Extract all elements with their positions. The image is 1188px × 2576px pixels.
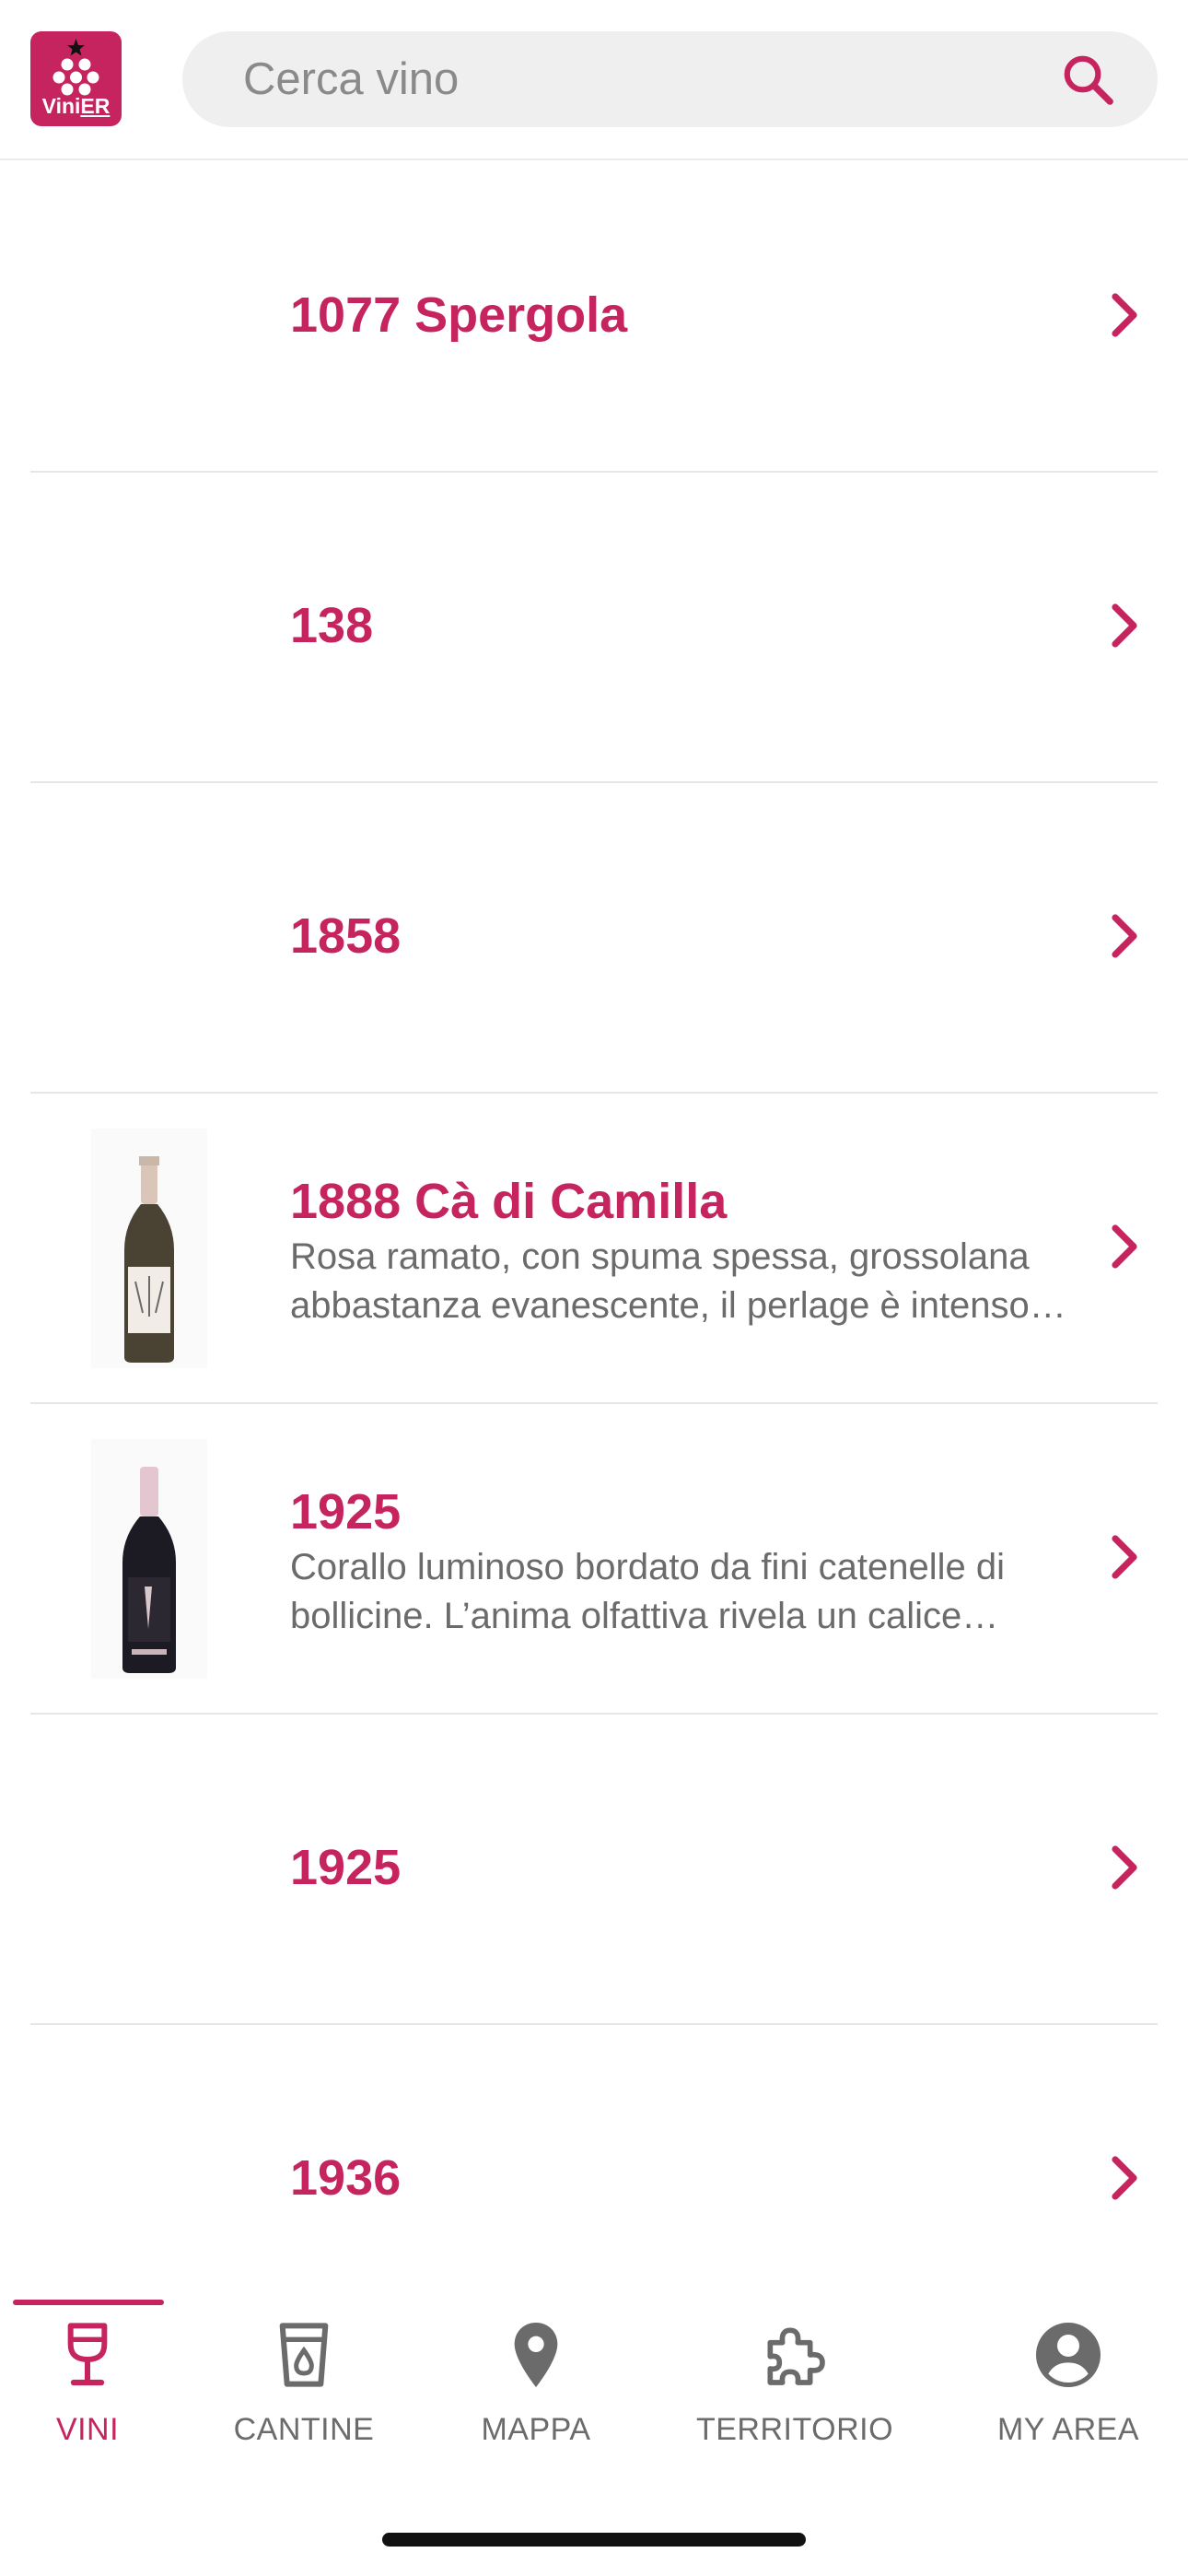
wine-text: 1936 [290,2149,1078,2207]
app-logo[interactable]: ViniER [30,31,122,126]
wine-name: 1936 [290,2150,402,2206]
wine-name: 138 [290,598,374,653]
chevron-right-icon [1112,293,1137,337]
account-icon [1036,2323,1101,2387]
chevron-right-icon [1112,1845,1137,1890]
wine-text: 138 [290,596,1078,655]
puzzle-icon [767,2327,825,2385]
chevron-right-icon [1112,603,1137,648]
wine-description: Rosa ramato, con spuma spessa, grossolan… [290,1236,1066,1326]
tab-territorio[interactable]: TERRITORIO [684,2318,905,2475]
map-pin-icon [514,2323,558,2387]
wine-bottle-image [91,1129,207,1368]
wine-name: 1858 [290,908,402,964]
logo-text-er: ER [80,94,111,118]
home-indicator [382,2533,806,2547]
tab-vini[interactable]: VINI [0,2318,198,2475]
wine-name: 1888 Cà di Camilla [290,1174,728,1229]
wine-bottle-image [91,1439,207,1679]
wine-text: 1925 Corallo luminoso bordato da fini ca… [290,1482,1078,1641]
tab-label: MAPPA [481,2412,591,2447]
wine-row[interactable]: 1925 Corallo luminoso bordato da fini ca… [30,1404,1158,1715]
wine-text: 1925 [290,1838,1078,1897]
wine-row[interactable]: 138 [30,473,1158,783]
active-tab-indicator [13,2300,164,2305]
wine-name: 1925 [290,1840,402,1895]
top-bar: ViniER [0,0,1188,160]
search-input[interactable] [243,31,1035,127]
chevron-right-icon [1112,2156,1137,2200]
tab-label: CANTINE [233,2412,375,2447]
chevron-right-icon [1112,1224,1137,1269]
wine-text: 1858 [290,907,1078,966]
wine-text: 1888 Cà di Camilla Rosa ramato, con spum… [290,1172,1078,1330]
chevron-right-icon [1112,914,1137,958]
app-screen: ViniER 1077 Spergola 138 1858 [0,0,1188,2576]
wine-row[interactable]: 1936 [30,2025,1158,2290]
wine-row[interactable]: 1858 [30,783,1158,1094]
barrel-icon [279,2323,329,2387]
wine-text: 1077 Spergola [290,286,1078,345]
wine-name: 1077 Spergola [290,287,628,343]
wine-row[interactable]: 1925 [30,1715,1158,2025]
search-bar [182,31,1158,127]
wine-name: 1925 [290,1484,402,1540]
wine-glass-icon [67,2323,108,2386]
logo-text-vini: Vini [41,94,81,118]
tab-label: TERRITORIO [695,2412,894,2447]
tab-label: MY AREA [996,2412,1140,2447]
tab-label: VINI [55,2412,120,2447]
wine-description: Corallo luminoso bordato da fini catenel… [290,1547,1006,1636]
wine-row[interactable]: 1888 Cà di Camilla Rosa ramato, con spum… [30,1094,1158,1404]
logo-text: ViniER [30,94,122,119]
search-icon[interactable] [1060,52,1117,109]
wine-list: 1077 Spergola 138 1858 1888 Cà di Camill… [0,162,1188,2290]
chevron-right-icon [1112,1535,1137,1579]
tab-my-area[interactable]: MY AREA [958,2318,1179,2475]
tab-cantine[interactable]: CANTINE [193,2318,414,2475]
tab-mappa[interactable]: MAPPA [425,2318,646,2475]
wine-row[interactable]: 1077 Spergola [30,162,1158,473]
